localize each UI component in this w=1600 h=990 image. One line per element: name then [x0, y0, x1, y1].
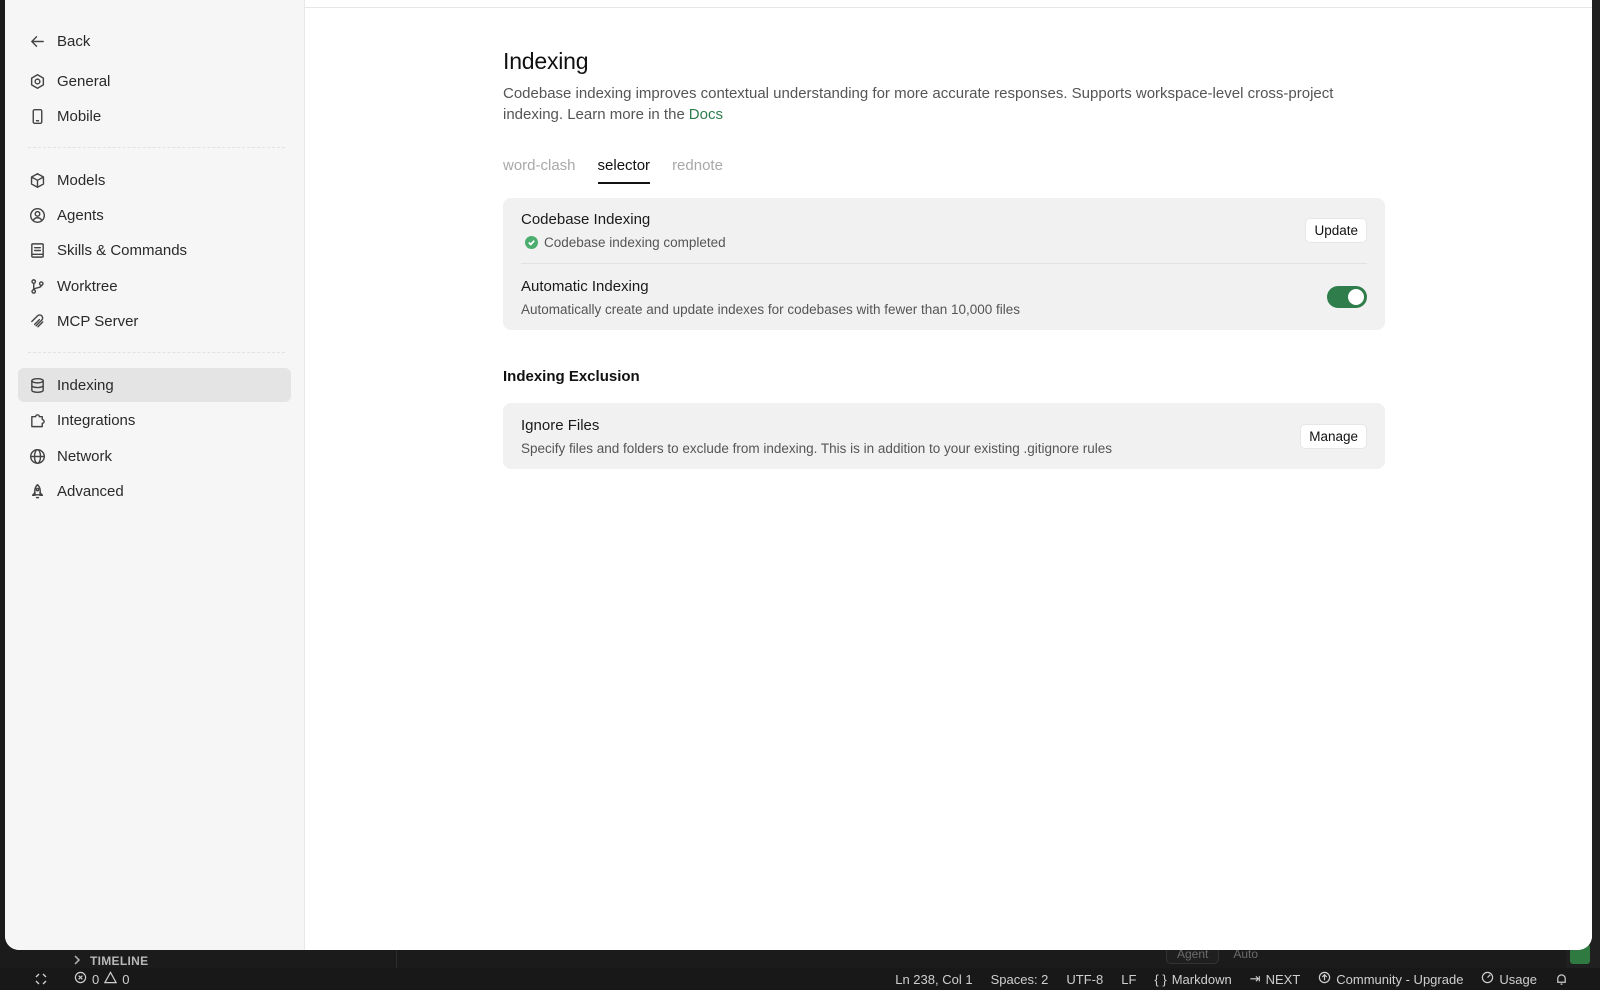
error-icon [74, 971, 87, 987]
indexing-exclusion-heading: Indexing Exclusion [503, 368, 640, 385]
update-button[interactable]: Update [1305, 218, 1367, 243]
rocket-icon [28, 482, 46, 500]
back-button[interactable]: Back [18, 24, 291, 58]
sidebar-item-skills-commands[interactable]: Skills & Commands [18, 234, 291, 268]
automatic-indexing-description: Automatically create and update indexes … [521, 301, 1021, 317]
language-mode[interactable]: { } Markdown [1154, 972, 1231, 987]
sidebar-item-models[interactable]: Models [18, 163, 291, 197]
check-circle-icon [525, 236, 538, 249]
warning-count: 0 [122, 971, 130, 987]
sidebar-item-worktree[interactable]: Worktree [18, 269, 291, 303]
status-text: Codebase indexing completed [544, 235, 726, 250]
remote-icon[interactable] [34, 972, 48, 986]
language-label: Markdown [1171, 971, 1232, 987]
description-text: Codebase indexing improves contextual un… [503, 85, 1334, 123]
settings-window: Back General Mobile Models Agents Skills… [5, 0, 1592, 950]
sidebar-item-advanced[interactable]: Advanced [18, 474, 291, 508]
ignore-files-card: Ignore Files Specify files and folders t… [503, 403, 1385, 469]
puzzle-icon [28, 412, 46, 430]
usage-label: Usage [1499, 971, 1537, 987]
sidebar-item-label: General [57, 72, 111, 90]
codebase-indexing-status: Codebase indexing completed [521, 235, 726, 250]
sidebar-item-mcp-server[interactable]: MCP Server [18, 304, 291, 338]
arrow-left-icon [28, 32, 46, 50]
database-icon [28, 376, 46, 394]
sidebar-item-label: Mobile [57, 107, 102, 125]
tab-arrow-icon: ⇥ [1249, 971, 1261, 986]
automatic-indexing-row: Automatic Indexing Automatically create … [521, 264, 1367, 330]
sidebar-item-label: Network [57, 447, 113, 465]
globe-icon [28, 447, 46, 465]
plan-indicator[interactable]: Community - Upgrade [1318, 971, 1463, 987]
top-divider [305, 7, 1592, 8]
settings-sidebar: Back General Mobile Models Agents Skills… [5, 0, 305, 950]
next-indicator[interactable]: ⇥ NEXT [1250, 971, 1301, 987]
sidebar-item-label: Integrations [57, 412, 136, 430]
end-of-line[interactable]: LF [1121, 972, 1136, 987]
tab-word-clash[interactable]: word-clash [503, 157, 576, 184]
codebase-indexing-row: Codebase Indexing Codebase indexing comp… [521, 198, 1367, 264]
status-bar: 0 0 Ln 238, Col 1 Spaces: 2 UTF-8 LF { }… [0, 968, 1600, 990]
cursor-position[interactable]: Ln 238, Col 1 [895, 972, 972, 987]
indexing-content: Indexing Codebase indexing improves cont… [503, 48, 1385, 469]
bell-icon[interactable] [1555, 973, 1568, 986]
problems-indicator[interactable]: 0 0 [74, 971, 129, 987]
sidebar-divider [28, 352, 285, 354]
codebase-indexing-title: Codebase Indexing [521, 211, 651, 228]
codebase-indexing-card: Codebase Indexing Codebase indexing comp… [503, 198, 1385, 330]
sidebar-item-label: Skills & Commands [57, 242, 188, 260]
mobile-icon [28, 107, 46, 125]
back-label: Back [57, 32, 91, 50]
automatic-indexing-title: Automatic Indexing [521, 277, 649, 295]
tab-selector[interactable]: selector [597, 157, 651, 184]
page-description: Codebase indexing improves contextual un… [503, 83, 1363, 125]
agent-icon [28, 207, 46, 225]
sidebar-item-label: Indexing [57, 376, 114, 394]
sidebar-item-indexing[interactable]: Indexing [18, 368, 291, 403]
page-title: Indexing [503, 48, 589, 74]
next-label: NEXT [1265, 971, 1301, 987]
workspace-tabs: word-clash selector rednote [503, 157, 1383, 184]
ignore-files-info: Ignore Files Specify files and folders t… [521, 417, 1112, 456]
sidebar-item-label: Worktree [57, 277, 118, 295]
cube-icon [28, 171, 46, 189]
timeline-label: TIMELINE [90, 954, 149, 968]
usage-indicator[interactable]: Usage [1481, 971, 1537, 987]
settings-main: Indexing Codebase indexing improves cont… [305, 0, 1592, 950]
sidebar-item-label: Advanced [57, 482, 124, 500]
book-icon [28, 242, 46, 260]
docs-link[interactable]: Docs [689, 106, 723, 123]
gear-icon [28, 72, 46, 90]
toggle-knob [1348, 289, 1364, 305]
chevron-right-icon [72, 954, 82, 968]
plan-label: Community - Upgrade [1336, 971, 1464, 987]
error-count: 0 [92, 971, 100, 987]
sidebar-item-agents[interactable]: Agents [18, 199, 291, 233]
manage-button[interactable]: Manage [1300, 423, 1367, 449]
plug-icon [28, 312, 46, 330]
gauge-icon [1481, 971, 1494, 987]
braces-icon: { } [1154, 971, 1167, 987]
sidebar-divider [28, 147, 285, 149]
ignore-files-title: Ignore Files [521, 416, 600, 434]
sidebar-item-integrations[interactable]: Integrations [18, 404, 291, 438]
sidebar-item-label: Agents [57, 207, 104, 225]
automatic-indexing-info: Automatic Indexing Automatically create … [521, 278, 1020, 317]
tab-rednote[interactable]: rednote [672, 157, 723, 184]
indentation[interactable]: Spaces: 2 [991, 972, 1049, 987]
codebase-indexing-info: Codebase Indexing Codebase indexing comp… [521, 211, 726, 250]
ignore-files-description: Specify files and folders to exclude fro… [521, 440, 1113, 456]
warning-icon [104, 971, 118, 987]
sidebar-item-mobile[interactable]: Mobile [18, 99, 291, 133]
automatic-indexing-toggle[interactable] [1327, 286, 1367, 308]
ignore-files-row: Ignore Files Specify files and folders t… [521, 403, 1367, 469]
sidebar-item-network[interactable]: Network [18, 439, 291, 473]
sidebar-item-general[interactable]: General [18, 64, 291, 98]
sidebar-item-label: Models [57, 171, 106, 189]
encoding[interactable]: UTF-8 [1066, 972, 1103, 987]
sidebar-item-label: MCP Server [57, 312, 139, 330]
arrow-up-circle-icon [1318, 971, 1331, 987]
branch-icon [28, 277, 46, 295]
